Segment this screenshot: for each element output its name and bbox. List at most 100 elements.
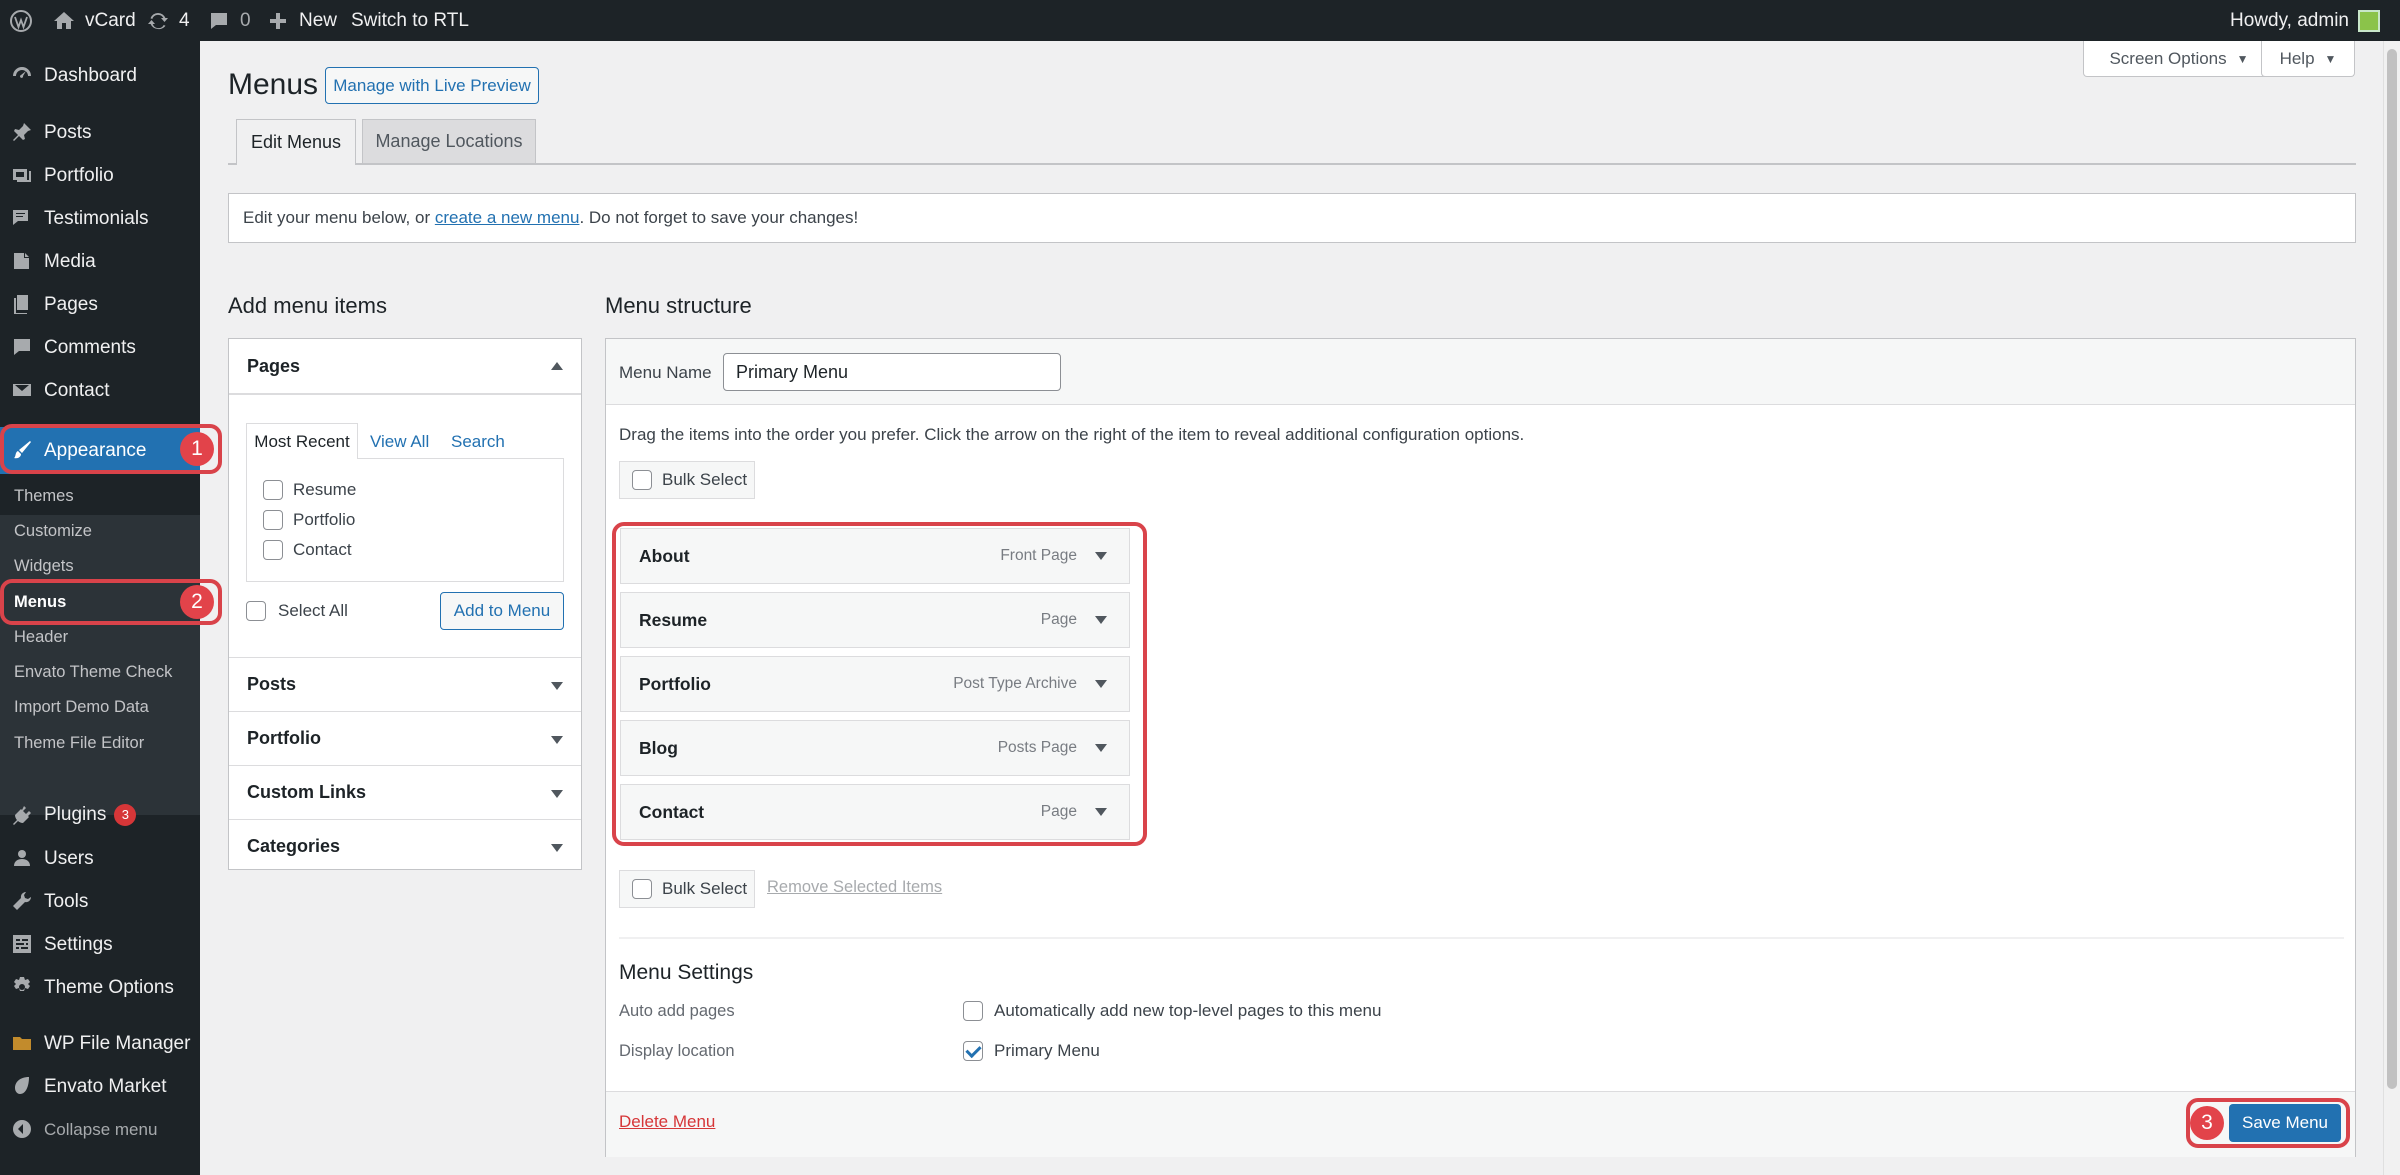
user-account-link[interactable]: Howdy, admin [2230,0,2380,41]
updates-link[interactable]: 4 [146,0,190,41]
portfolio-icon [10,163,34,187]
sidebar-item-settings[interactable]: Settings [0,923,200,966]
switch-rtl-link[interactable]: Switch to RTL [351,0,469,41]
sidebar-item-portfolio[interactable]: Portfolio [0,154,200,197]
help-label: Help [2279,48,2315,68]
sidebar-item-label: Tools [44,890,89,912]
create-new-menu-link[interactable]: create a new menu [435,208,580,228]
collapse-icon [10,1117,34,1141]
sidebar-item-label: Plugins 3 [44,804,137,827]
expand-arrow-icon [551,736,563,744]
page-option-contact[interactable]: Contact [263,540,352,560]
comment-bubble-icon [207,9,231,33]
sidebar-item-tools[interactable]: Tools [0,880,200,923]
tab-most-recent[interactable]: Most Recent [246,423,358,459]
collapse-menu-button[interactable]: Collapse menu [0,1108,200,1151]
submenu-item-widgets[interactable]: Widgets [14,557,74,576]
sidebar-item-pages[interactable]: Pages [0,283,200,326]
select-all-checkbox[interactable]: Select All [246,601,348,621]
section-title: Posts [247,674,297,694]
custom-links-accordion-header[interactable]: Custom Links [229,765,581,819]
screen-options-button[interactable]: Screen Options ▼ [2083,41,2275,77]
sidebar-item-posts[interactable]: Posts [0,111,200,154]
add-to-menu-button[interactable]: Add to Menu [440,592,564,630]
checkbox[interactable] [632,879,652,899]
sidebar-item-label: Contact [44,379,110,401]
sidebar-item-wp-file-manager[interactable]: WP File Manager [0,1022,200,1065]
sidebar-item-dashboard[interactable]: Dashboard [0,54,200,97]
primary-menu-location-checkbox[interactable]: Primary Menu [963,1041,1100,1061]
new-label: New [299,9,338,31]
comments-link[interactable]: 0 [207,0,251,41]
notice-box: Edit your menu below, or create a new me… [228,193,2356,243]
tab-search[interactable]: Search [451,432,505,452]
checkbox[interactable] [263,510,283,530]
auto-add-checkbox[interactable]: Automatically add new top-level pages to… [963,1001,1381,1021]
scrollbar-thumb[interactable] [2387,49,2397,1089]
tab-view-all[interactable]: View All [370,432,429,452]
submenu-item-theme-file-editor[interactable]: Theme File Editor [14,734,144,753]
primary-menu-location-label: Primary Menu [994,1041,1100,1060]
submenu-item-themes[interactable]: Themes [14,487,74,506]
sidebar-item-label: Comments [44,336,136,358]
submenu-item-customize[interactable]: Customize [14,522,92,541]
manage-live-preview-button[interactable]: Manage with Live Preview [325,67,539,104]
sidebar-item-label: Theme Options [44,976,174,998]
menu-name-input[interactable] [723,353,1061,391]
bulk-select-label: Bulk Select [662,470,748,489]
new-content-link[interactable]: New [266,0,337,41]
page-option-portfolio[interactable]: Portfolio [263,510,355,530]
sidebar-item-comments[interactable]: Comments [0,326,200,369]
expand-arrow-icon [551,844,563,852]
folder-icon [10,1031,34,1055]
delete-menu-link[interactable]: Delete Menu [619,1112,715,1132]
leaf-icon [10,1074,34,1098]
checkbox[interactable] [263,540,283,560]
categories-accordion-header[interactable]: Categories [229,819,581,873]
sidebar-item-contact[interactable]: Contact [0,369,200,412]
portfolio-accordion-header[interactable]: Portfolio [229,711,581,765]
menu-footer-bar [606,1091,2355,1157]
wordpress-logo[interactable] [9,0,33,41]
submenu-item-header[interactable]: Header [14,628,68,647]
submenu-item-import-demo-data[interactable]: Import Demo Data [14,698,149,717]
sidebar-item-testimonials[interactable]: Testimonials [0,197,200,240]
checkbox[interactable] [963,1001,983,1021]
sidebar-item-label: Media [44,250,96,272]
sidebar-item-theme-options[interactable]: Theme Options [0,966,200,1009]
page-option-resume[interactable]: Resume [263,480,356,500]
bulk-select-top[interactable]: Bulk Select [619,461,755,499]
save-menu-button[interactable]: Save Menu [2229,1104,2341,1142]
sidebar-item-media[interactable]: Media [0,240,200,283]
divider [619,937,2344,939]
scrollbar[interactable] [2383,41,2400,1175]
sidebar-item-label: Dashboard [44,64,137,86]
updates-count: 4 [179,9,190,31]
checkbox[interactable] [263,480,283,500]
help-button[interactable]: Help ▼ [2261,41,2355,77]
collapse-menu-label: Collapse menu [44,1119,158,1139]
bulk-select-bottom[interactable]: Bulk Select [619,870,755,908]
checkbox[interactable] [632,470,652,490]
gear-icon [10,975,34,999]
triangle-down-icon: ▼ [2324,51,2337,66]
remove-selected-items-link[interactable]: Remove Selected Items [767,878,942,897]
submenu-item-envato-theme-check[interactable]: Envato Theme Check [14,663,172,682]
tab-manage-locations[interactable]: Manage Locations [362,119,536,163]
checkbox-checked[interactable] [963,1041,983,1061]
posts-accordion-header[interactable]: Posts [229,657,581,711]
tab-edit-menus[interactable]: Edit Menus [236,119,356,165]
pages-accordion-header[interactable]: Pages [229,339,581,393]
comments-count: 0 [240,9,251,31]
plugins-update-badge: 3 [114,804,137,827]
page-option-label: Contact [293,540,352,559]
sidebar-item-users[interactable]: Users [0,837,200,880]
triangle-down-icon: ▼ [2236,51,2249,66]
admin-bar: vCard 4 0 New Switch to RTL Howdy, admin [0,0,2400,41]
sidebar-item-envato-market[interactable]: Envato Market [0,1065,200,1108]
checkbox[interactable] [246,601,266,621]
site-name-link[interactable]: vCard [52,0,136,41]
mail-icon [10,378,34,402]
plus-icon [266,9,290,33]
sidebar-item-plugins[interactable]: Plugins 3 [0,794,200,837]
